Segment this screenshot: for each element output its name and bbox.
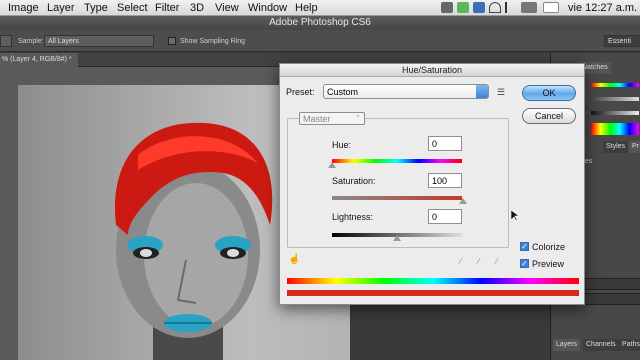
menu-bar: Image Layer Type Select Filter 3D View W… <box>0 0 640 16</box>
menu-3d[interactable]: 3D <box>190 1 204 15</box>
colorize-label: Colorize <box>532 242 566 252</box>
menu-view[interactable]: View <box>215 1 239 15</box>
menu-help[interactable]: Help <box>295 1 318 15</box>
options-bar: Sample: All Layers Show Sampling Ring Es… <box>0 30 640 52</box>
skype-icon[interactable] <box>473 2 485 13</box>
color-spectrum[interactable] <box>591 123 639 135</box>
tab-paths[interactable]: Paths <box>619 339 640 351</box>
menu-select[interactable]: Select <box>117 1 148 15</box>
menu-type[interactable]: Type <box>84 1 108 15</box>
show-sampling-ring-label: Show Sampling Ring <box>180 38 245 45</box>
sample-dropdown[interactable]: All Layers <box>44 35 154 47</box>
lightness-slider-thumb[interactable] <box>393 235 401 241</box>
colorize-checkbox[interactable]: ✓ <box>520 242 529 251</box>
document-tab-label: % (Layer 4, RGB/8#) * <box>2 56 72 63</box>
saturation-slider-thumb[interactable] <box>459 198 467 204</box>
eyedropper-icon[interactable]: ⁄ <box>460 256 462 266</box>
tab-styles[interactable]: Styles <box>603 141 629 153</box>
saturation-input[interactable]: 100 <box>428 173 462 188</box>
clock[interactable]: vie 12:27 a.m. <box>568 1 637 15</box>
channel-value: Master <box>303 114 331 124</box>
hue-label: Hue: <box>332 140 352 150</box>
app-status-icon[interactable] <box>457 2 469 13</box>
preset-value: Custom <box>327 87 359 97</box>
screen-icon[interactable] <box>441 2 453 13</box>
layer-thumbnail-row[interactable] <box>581 293 640 305</box>
app-title: Adobe Photoshop CS6 <box>269 17 371 28</box>
hue-input[interactable]: 0 <box>428 136 462 151</box>
cancel-label: Cancel <box>534 111 563 121</box>
wifi-icon[interactable] <box>489 2 501 13</box>
hue-slider[interactable] <box>332 159 462 163</box>
preview-checkbox[interactable]: ✓ <box>520 259 529 268</box>
eyedropper-minus-icon[interactable]: ⁄ <box>496 256 498 266</box>
flag-icon[interactable] <box>543 2 559 13</box>
dropdown-arrows-icon <box>476 85 488 98</box>
document-tab[interactable]: % (Layer 4, RGB/8#) * <box>0 53 78 67</box>
preset-options-icon[interactable]: ☰ <box>497 87 505 98</box>
preview-label: Preview <box>532 259 565 269</box>
dialog-title-bar: Hue/Saturation <box>280 64 584 77</box>
mouse-cursor-icon <box>511 210 519 222</box>
ok-label: OK <box>542 88 556 98</box>
preset-label: Preset: <box>286 87 315 97</box>
workspace-label: Essenti <box>608 38 631 45</box>
hue-value: 0 <box>432 139 438 149</box>
saturation-label: Saturation: <box>332 176 376 186</box>
color-slider-2[interactable] <box>591 97 639 101</box>
saturation-slider[interactable] <box>332 196 462 200</box>
menu-layer[interactable]: Layer <box>47 1 75 15</box>
app-title-bar: Adobe Photoshop CS6 <box>0 16 640 30</box>
lightness-input[interactable]: 0 <box>428 209 462 224</box>
dialog-title: Hue/Saturation <box>401 65 463 75</box>
menu-image[interactable]: Image <box>8 1 39 15</box>
show-sampling-ring-checkbox[interactable] <box>168 37 176 45</box>
sample-label: Sample: <box>18 38 44 45</box>
color-slider-3[interactable] <box>591 111 639 115</box>
layer-thumbnail-row[interactable] <box>581 278 640 290</box>
tab-channels[interactable]: Channels <box>583 339 619 351</box>
menu-filter[interactable]: Filter <box>155 1 179 15</box>
volume-icon[interactable] <box>505 2 517 13</box>
tab-properties[interactable]: Pr <box>629 141 640 153</box>
chevron-down-icon: ⌃ <box>355 115 361 122</box>
output-color-bar <box>287 290 579 296</box>
hue-slider-thumb[interactable] <box>328 162 336 168</box>
menu-window[interactable]: Window <box>248 1 287 15</box>
battery-icon[interactable] <box>521 2 537 13</box>
channel-dropdown[interactable]: Master ⌃ <box>299 112 365 125</box>
sample-value: All Layers <box>48 38 79 45</box>
eyedropper-plus-icon[interactable]: ⁄ <box>478 256 480 266</box>
color-slider-1[interactable] <box>591 83 639 87</box>
tab-layers[interactable]: Layers <box>553 339 581 351</box>
hue-saturation-dialog: Hue/Saturation Preset: Custom ☰ OK Cance… <box>279 63 585 305</box>
preset-dropdown[interactable]: Custom <box>323 84 489 99</box>
saturation-value: 100 <box>432 176 448 186</box>
lightness-label: Lightness: <box>332 212 374 222</box>
targeted-adjustment-icon[interactable]: ☝ <box>288 254 300 265</box>
adjustment-group <box>287 118 509 248</box>
cancel-button[interactable]: Cancel <box>522 108 576 124</box>
input-color-bar <box>287 278 579 284</box>
lightness-value: 0 <box>432 212 438 222</box>
tool-preset-dropdown[interactable] <box>0 35 12 47</box>
ok-button[interactable]: OK <box>522 85 576 101</box>
workspace-switcher[interactable]: Essenti <box>604 35 640 47</box>
